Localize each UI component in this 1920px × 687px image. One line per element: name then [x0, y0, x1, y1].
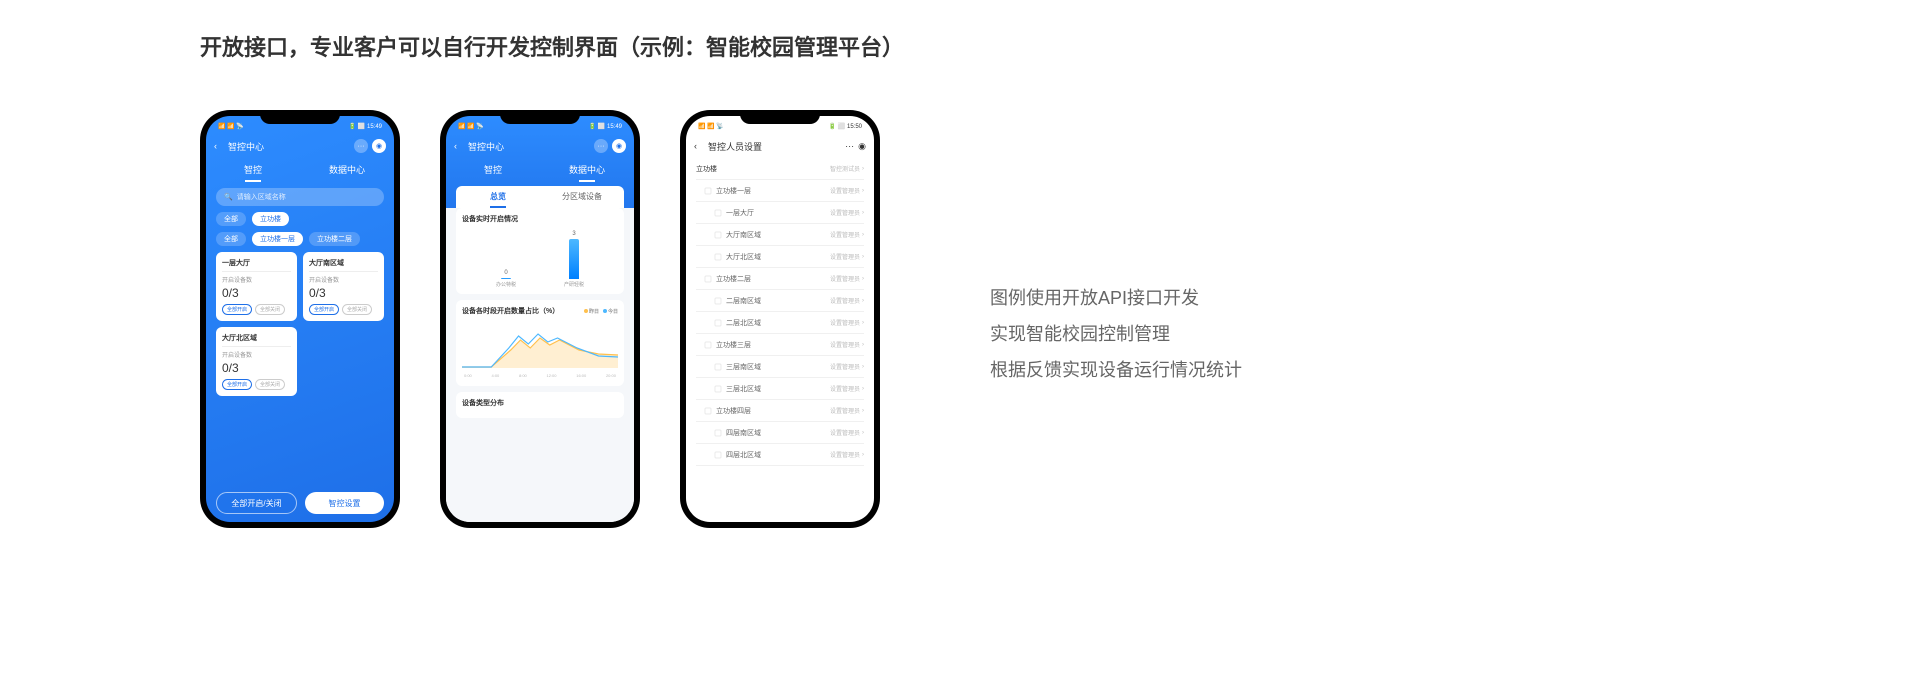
personnel-tree: 立功楼智控测试员›立功楼一层设置管理员›一层大厅设置管理员›大厅南区域设置管理员…: [686, 158, 874, 466]
close-all-button[interactable]: 全部关闭: [342, 304, 372, 315]
phone-mockup-3: 📶 📶 📡🔋 ⬜ 15:50 ‹ 智控人员设置 ··· ◉ 立功楼智控测试员›立…: [680, 110, 880, 528]
back-icon[interactable]: ‹: [454, 141, 464, 151]
close-all-button[interactable]: 全部关闭: [255, 379, 285, 390]
tree-row[interactable]: 立功楼智控测试员›: [696, 158, 864, 180]
toggle-all-button[interactable]: 全部开启/关闭: [216, 492, 297, 514]
timeseries-panel: 设备各时段开启数量占比（%） 昨日 今日 0:004: [456, 300, 624, 386]
nav-bar: ‹ 智控人员设置 ··· ◉: [686, 134, 874, 158]
tree-row[interactable]: 三层南区域设置管理员›: [696, 356, 864, 378]
chip-all[interactable]: 全部: [216, 212, 246, 226]
tree-row[interactable]: 立功楼三层设置管理员›: [696, 334, 864, 356]
tab-data-center[interactable]: 数据中心: [540, 158, 634, 182]
phone-showcase: 📶 📶 📡🔋 ⬜ 15:49 ‹ 智控中心 ··· ◉ 智控 数据中心 🔍 请输…: [200, 110, 880, 528]
chip-building[interactable]: 立功楼: [252, 212, 289, 226]
chip-all-floor[interactable]: 全部: [216, 232, 246, 246]
main-tabs: 智控 数据中心: [446, 158, 634, 182]
open-all-button[interactable]: 全部开启: [222, 379, 252, 390]
phone-mockup-2: 📶 📶 📡🔋 ⬜ 15:49 ‹ 智控中心 ··· ◉ 智控 数据中心 总览 分…: [440, 110, 640, 528]
tab-control[interactable]: 智控: [446, 158, 540, 182]
nav-bar: ‹ 智控中心 ··· ◉: [446, 134, 634, 158]
nav-bar: ‹ 智控中心 ··· ◉: [206, 134, 394, 158]
tree-row[interactable]: 四层南区域设置管理员›: [696, 422, 864, 444]
tree-row[interactable]: 大厅南区域设置管理员›: [696, 224, 864, 246]
tree-row[interactable]: 三层北区域设置管理员›: [696, 378, 864, 400]
search-input[interactable]: 🔍 请输入区域名称: [216, 188, 384, 206]
tab-data-center[interactable]: 数据中心: [300, 158, 394, 182]
open-all-button[interactable]: 全部开启: [222, 304, 252, 315]
target-icon[interactable]: ◉: [612, 139, 626, 153]
tree-row[interactable]: 四层北区域设置管理员›: [696, 444, 864, 466]
description-text: 图例使用开放API接口开发 实现智能校园控制管理 根据反馈实现设备运行情况统计: [990, 280, 1242, 388]
tree-row[interactable]: 大厅北区域设置管理员›: [696, 246, 864, 268]
line-chart: 0:004:008:0012:0016:0020:00: [462, 320, 618, 380]
bar-chart: 0 办公特税 3 产研轻税: [462, 228, 618, 288]
chart-legend: 昨日 今日: [584, 308, 618, 315]
zone-card[interactable]: 大厅北区域 开启设备数 0/3 全部开启 全部关闭: [216, 327, 297, 396]
more-icon[interactable]: ···: [354, 139, 368, 153]
phone-mockup-1: 📶 📶 📡🔋 ⬜ 15:49 ‹ 智控中心 ··· ◉ 智控 数据中心 🔍 请输…: [200, 110, 400, 528]
close-all-button[interactable]: 全部关闭: [255, 304, 285, 315]
nav-title: 智控中心: [464, 140, 594, 153]
target-icon[interactable]: ◉: [858, 141, 866, 152]
open-all-button[interactable]: 全部开启: [309, 304, 339, 315]
chip-floor1[interactable]: 立功楼一层: [252, 232, 303, 246]
sub-tabs: 总览 分区域设备: [456, 186, 624, 208]
tree-row[interactable]: 立功楼四层设置管理员›: [696, 400, 864, 422]
tree-row[interactable]: 二层北区域设置管理员›: [696, 312, 864, 334]
tab-control[interactable]: 智控: [206, 158, 300, 182]
tree-row[interactable]: 二层南区域设置管理员›: [696, 290, 864, 312]
search-icon: 🔍: [224, 193, 233, 201]
back-icon[interactable]: ‹: [214, 141, 224, 151]
subtab-overview[interactable]: 总览: [456, 186, 540, 208]
filter-chips: 全部 立功楼 全部 立功楼一层 立功楼二层: [206, 212, 394, 246]
nav-title: 智控人员设置: [704, 140, 845, 153]
settings-button[interactable]: 智控设置: [305, 492, 384, 514]
tree-row[interactable]: 立功楼二层设置管理员›: [696, 268, 864, 290]
realtime-panel: 设备实时开启情况 0 办公特税 3 产研轻税: [456, 208, 624, 294]
tree-row[interactable]: 立功楼一层设置管理员›: [696, 180, 864, 202]
back-icon[interactable]: ‹: [694, 141, 704, 151]
zone-card[interactable]: 一层大厅 开启设备数 0/3 全部开启 全部关闭: [216, 252, 297, 321]
device-type-panel: 设备类型分布: [456, 392, 624, 418]
target-icon[interactable]: ◉: [372, 139, 386, 153]
footer-actions: 全部开启/关闭 智控设置: [216, 492, 384, 514]
more-icon[interactable]: ···: [845, 141, 854, 151]
chip-floor2[interactable]: 立功楼二层: [309, 232, 360, 246]
page-title: 开放接口，专业客户可以自行开发控制界面（示例：智能校园管理平台）: [200, 30, 904, 62]
main-tabs: 智控 数据中心: [206, 158, 394, 182]
more-icon[interactable]: ···: [594, 139, 608, 153]
nav-title: 智控中心: [224, 140, 354, 153]
tree-row[interactable]: 一层大厅设置管理员›: [696, 202, 864, 224]
zone-card[interactable]: 大厅南区域 开启设备数 0/3 全部开启 全部关闭: [303, 252, 384, 321]
subtab-zone-devices[interactable]: 分区域设备: [540, 186, 624, 208]
zone-cards: 一层大厅 开启设备数 0/3 全部开启 全部关闭 大厅南区域 开启设备数 0/3…: [206, 252, 394, 396]
